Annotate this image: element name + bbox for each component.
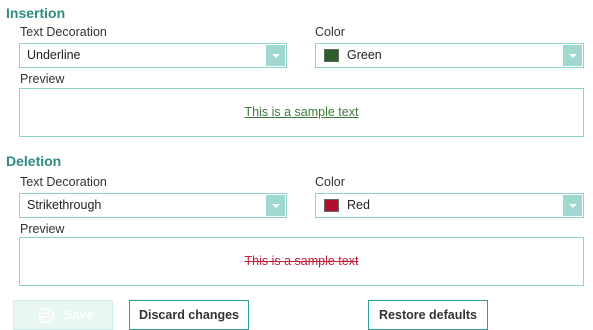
insertion-preview-box: This is a sample text [19,88,584,137]
deletion-section-title: Deletion [6,153,62,169]
deletion-color-dropdown[interactable]: Red [315,193,584,218]
color-swatch-icon [324,49,339,62]
insertion-preview-label: Preview [20,72,65,86]
discard-changes-button[interactable]: Discard changes [129,300,249,330]
deletion-preview-label: Preview [20,222,65,236]
restore-defaults-button[interactable]: Restore defaults [368,300,488,330]
deletion-preview-text: This is a sample text [244,254,359,268]
deletion-color-value: Red [347,198,370,212]
insertion-text-decoration-dropdown[interactable]: Underline [19,43,287,68]
save-icon [39,308,54,323]
insertion-text-decoration-value: Underline [27,48,81,62]
chevron-down-icon[interactable] [266,45,285,66]
save-button[interactable]: Save [13,300,113,330]
deletion-text-decoration-value: Strikethrough [27,198,102,212]
insertion-section-title: Insertion [6,5,66,21]
insertion-color-dropdown[interactable]: Green [315,43,584,68]
insertion-color-label: Color [315,25,345,39]
insertion-preview-text: This is a sample text [244,105,359,119]
chevron-down-icon[interactable] [563,45,582,66]
chevron-down-icon[interactable] [563,195,582,216]
color-swatch-icon [324,199,339,212]
deletion-preview-box: This is a sample text [19,237,584,286]
insertion-text-decoration-label: Text Decoration [20,25,107,39]
insertion-color-value: Green [347,48,382,62]
discard-changes-label: Discard changes [138,308,240,322]
save-button-label: Save [64,308,94,322]
deletion-text-decoration-dropdown[interactable]: Strikethrough [19,193,287,218]
deletion-text-decoration-label: Text Decoration [20,175,107,189]
deletion-color-label: Color [315,175,345,189]
chevron-down-icon[interactable] [266,195,285,216]
restore-defaults-label: Restore defaults [379,308,477,322]
